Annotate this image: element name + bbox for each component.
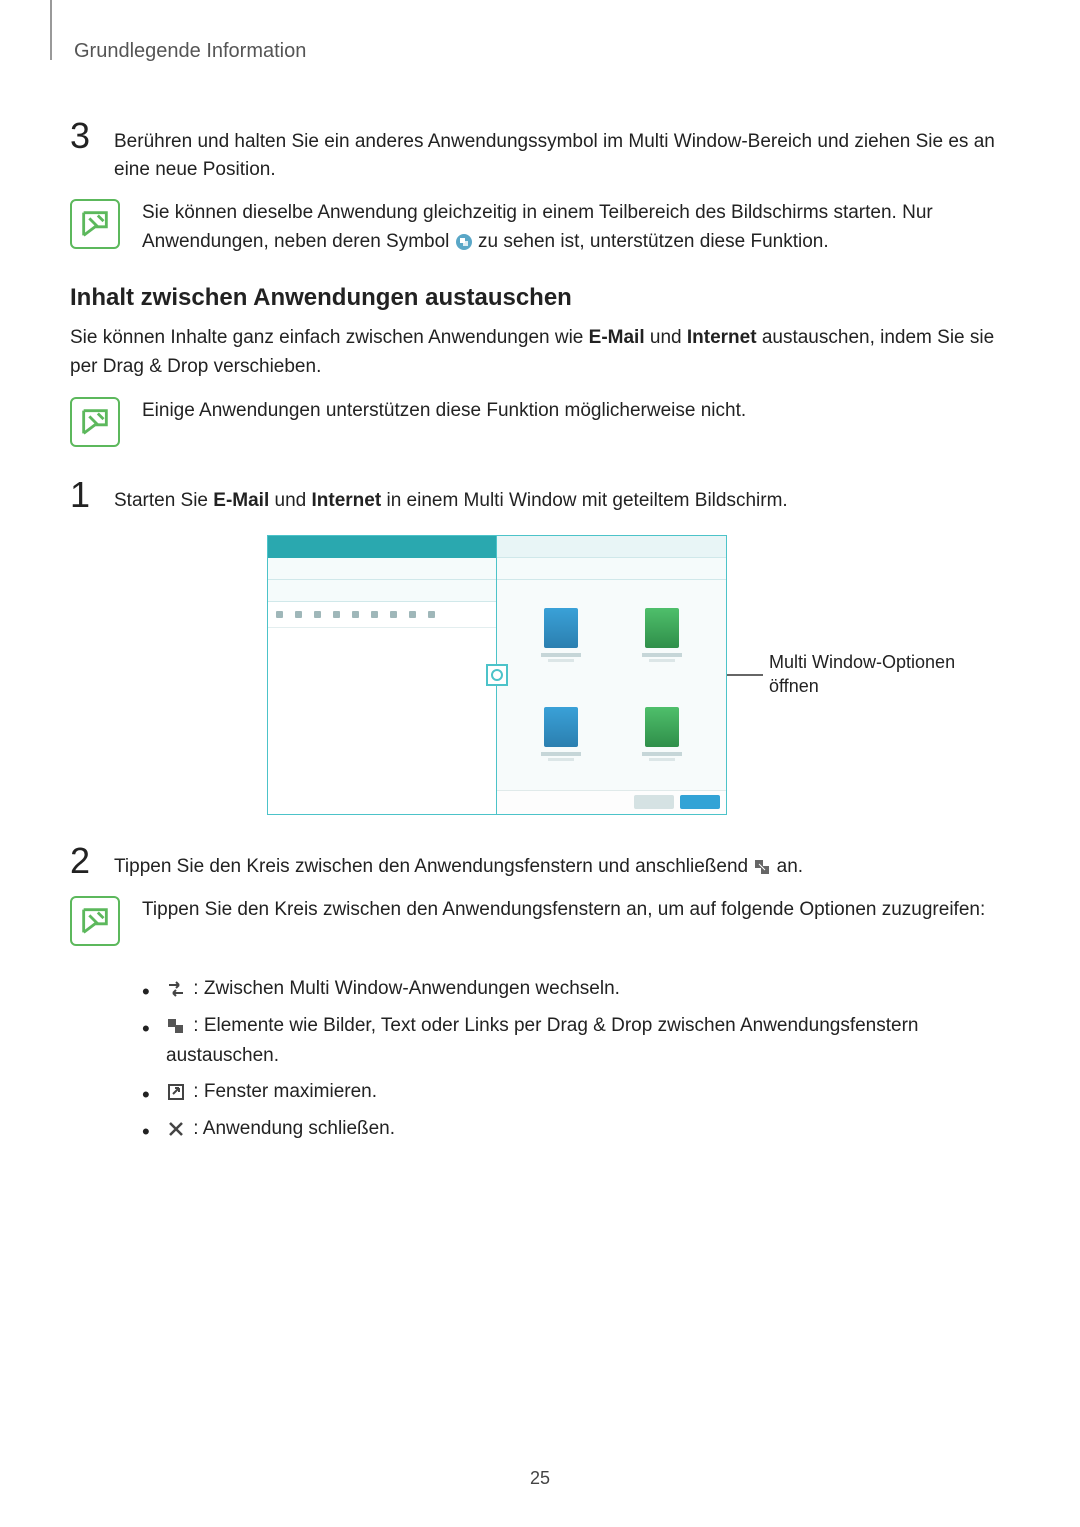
maximize-icon [166, 1083, 186, 1101]
note-text: Einige Anwendungen unterstützen diese Fu… [142, 397, 746, 426]
step-3: 3 Berühren und halten Sie ein anderes An… [70, 118, 1010, 183]
drag-drop-icon [166, 1017, 186, 1035]
close-icon [166, 1120, 186, 1138]
list-item: : Anwendung schließen. [142, 1114, 1010, 1144]
step-text: Berühren und halten Sie ein anderes Anwe… [114, 118, 1010, 183]
options-list: : Zwischen Multi Window-Anwendungen wech… [70, 974, 1010, 1144]
step-text: Tippen Sie den Kreis zwischen den Anwend… [114, 843, 803, 881]
subheading: Inhalt zwischen Anwendungen austauschen [70, 284, 1010, 312]
intro-paragraph: Sie können Inhalte ganz einfach zwischen… [70, 324, 1010, 381]
note-icon [70, 896, 120, 946]
step-number: 2 [70, 843, 98, 879]
page-header: Grundlegende Information [74, 40, 1010, 63]
note-3: Tippen Sie den Kreis zwischen den Anwend… [70, 896, 1010, 946]
note-2: Einige Anwendungen unterstützen diese Fu… [70, 397, 1010, 447]
step-text: Starten Sie E-Mail und Internet in einem… [114, 477, 788, 515]
callout-label: Multi Window-Optionen öffnen [769, 651, 969, 698]
multi-window-screenshot [267, 535, 727, 815]
note-text: Tippen Sie den Kreis zwischen den Anwend… [142, 896, 985, 925]
multi-window-handle-icon [486, 664, 508, 686]
step-2: 2 Tippen Sie den Kreis zwischen den Anwe… [70, 843, 1010, 881]
figure: Multi Window-Optionen öffnen [70, 535, 1010, 815]
note-icon [70, 199, 120, 249]
step-number: 3 [70, 118, 98, 154]
note-1: Sie können dieselbe Anwendung gleichzeit… [70, 199, 1010, 256]
swap-icon [166, 980, 186, 998]
list-item: : Zwischen Multi Window-Anwendungen wech… [142, 974, 1010, 1004]
list-item: : Fenster maximieren. [142, 1077, 1010, 1107]
multi-instance-icon [455, 233, 473, 251]
note-text: Sie können dieselbe Anwendung gleichzeit… [142, 199, 1010, 256]
drag-drop-icon [753, 858, 771, 876]
page-number: 25 [0, 1468, 1080, 1489]
list-item: : Elemente wie Bilder, Text oder Links p… [142, 1011, 1010, 1072]
step-1: 1 Starten Sie E-Mail und Internet in ein… [70, 477, 1010, 515]
step-number: 1 [70, 477, 98, 513]
note-icon [70, 397, 120, 447]
